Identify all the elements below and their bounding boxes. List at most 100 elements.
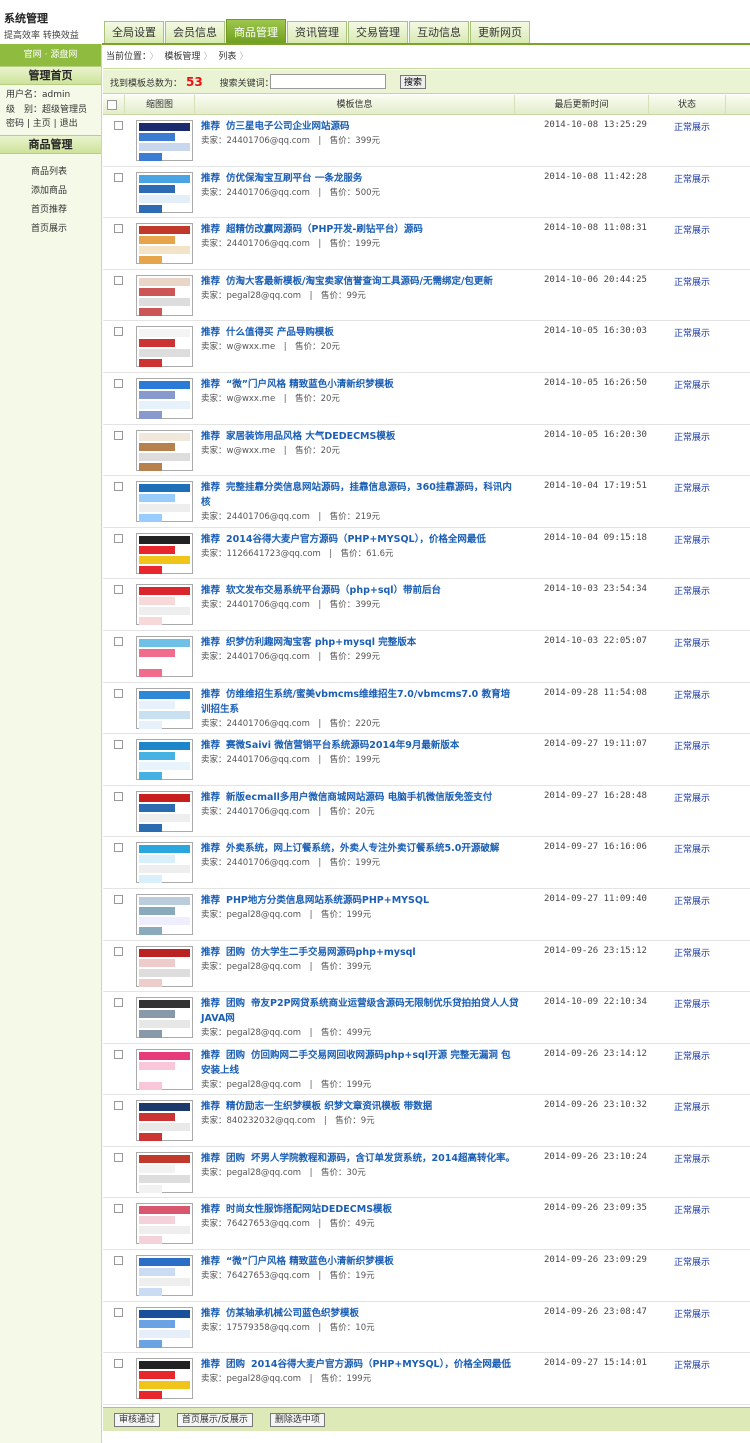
row-status[interactable]: 正常展示	[674, 894, 710, 907]
row-title[interactable]: 软文发布交易系统平台源码（php+sql）带前后台	[226, 585, 441, 596]
row-thumbnail[interactable]	[136, 635, 193, 677]
row-thumbnail[interactable]	[136, 842, 193, 884]
sidebar-item-home-display[interactable]: 首页展示	[0, 220, 101, 239]
row-status[interactable]: 正常展示	[674, 636, 710, 649]
row-checkbox[interactable]	[114, 843, 123, 853]
row-title[interactable]: 仿大学生二手交易网源码php+mysql	[251, 947, 416, 958]
row-status[interactable]: 正常展示	[674, 739, 710, 752]
tab-product-management[interactable]: 商品管理	[226, 19, 286, 44]
official-site-link[interactable]: 官网	[24, 50, 42, 60]
row-title[interactable]: 赛微Saivi 微信营销平台系统源码2014年9月最新版本	[226, 740, 459, 751]
row-title[interactable]: 仿回购网二手交易网回收网源码php+sql开源 完整无漏洞 包安装上线	[201, 1050, 511, 1076]
row-title-line[interactable]: 推荐 织梦仿利趣网淘宝客 php+mysql 完整版本	[201, 635, 519, 650]
row-checkbox[interactable]	[114, 1101, 123, 1111]
row-title[interactable]: 仿维维招生系统/蜜美vbmcms维维招生7.0/vbmcms7.0 教育培训招生…	[201, 689, 510, 715]
row-title[interactable]: 家居装饰用品风格 大气DEDECMS模板	[226, 431, 395, 442]
row-status[interactable]: 正常展示	[674, 791, 710, 804]
row-checkbox[interactable]	[114, 946, 123, 956]
delete-selected-button[interactable]: 删除选中项	[269, 1413, 325, 1427]
row-checkbox[interactable]	[114, 1307, 123, 1317]
row-title[interactable]: 仿优保淘宝互刷平台 一条龙服务	[226, 173, 362, 184]
row-checkbox[interactable]	[114, 533, 123, 543]
row-title[interactable]: 2014谷得大麦户官方源码（PHP+MYSQL），价格全网最低	[251, 1359, 511, 1370]
home-link[interactable]: 主页	[33, 119, 51, 129]
row-checkbox[interactable]	[114, 585, 123, 595]
sidebar-item-home-recommend[interactable]: 首页推荐	[0, 201, 101, 220]
row-checkbox[interactable]	[114, 482, 123, 492]
row-title-line[interactable]: 推荐 赛微Saivi 微信营销平台系统源码2014年9月最新版本	[201, 738, 519, 753]
row-title-line[interactable]: 推荐 PHP地方分类信息网站系统源码PHP+MYSQL	[201, 893, 519, 908]
row-status[interactable]: 正常展示	[674, 481, 710, 494]
tab-trade-management[interactable]: 交易管理	[348, 21, 408, 44]
row-checkbox[interactable]	[114, 998, 123, 1008]
row-thumbnail[interactable]	[136, 274, 193, 316]
row-status[interactable]: 正常展示	[674, 946, 710, 959]
row-title-line[interactable]: 推荐 时尚女性服饰搭配网站DEDECMS模板	[201, 1202, 519, 1217]
row-thumbnail[interactable]	[136, 1048, 193, 1090]
row-title-line[interactable]: 推荐 团购 仿大学生二手交易网源码php+mysql	[201, 945, 519, 960]
row-thumbnail[interactable]	[136, 171, 193, 213]
row-thumbnail[interactable]	[136, 377, 193, 419]
row-checkbox[interactable]	[114, 894, 123, 904]
row-thumbnail[interactable]	[136, 790, 193, 832]
row-status[interactable]: 正常展示	[674, 378, 710, 391]
row-thumbnail[interactable]	[136, 532, 193, 574]
row-checkbox[interactable]	[114, 224, 123, 234]
row-title[interactable]: 超精仿改赢网源码（PHP开发-刷钻平台）源码	[226, 224, 423, 235]
row-thumbnail[interactable]	[136, 687, 193, 729]
sidebar-item-add-product[interactable]: 添加商品	[0, 182, 101, 201]
password-link[interactable]: 密码	[6, 119, 24, 129]
row-title-line[interactable]: 推荐 完整挂靠分类信息网站源码，挂靠信息源码，360挂靠源码，科讯内核	[201, 480, 519, 510]
row-title-line[interactable]: 推荐 仿维维招生系统/蜜美vbmcms维维招生7.0/vbmcms7.0 教育培训…	[201, 687, 519, 717]
row-checkbox[interactable]	[114, 1049, 123, 1059]
row-thumbnail[interactable]	[136, 1203, 193, 1245]
row-status[interactable]: 正常展示	[674, 1255, 710, 1268]
row-thumbnail[interactable]	[136, 223, 193, 265]
row-title-line[interactable]: 推荐 仿淘大客最新模板/淘宝卖家信誉查询工具源码/无需绑定/包更新	[201, 274, 519, 289]
row-title[interactable]: “微”门户风格 精致蓝色小清新织梦模板	[226, 379, 394, 390]
row-checkbox[interactable]	[114, 378, 123, 388]
row-title[interactable]: 什么值得买 产品导购模板	[226, 327, 334, 338]
row-checkbox[interactable]	[114, 1256, 123, 1266]
row-checkbox[interactable]	[114, 1152, 123, 1162]
row-status[interactable]: 正常展示	[674, 120, 710, 133]
row-title-line[interactable]: 推荐 团购 2014谷得大麦户官方源码（PHP+MYSQL），价格全网最低	[201, 1357, 519, 1372]
row-title-line[interactable]: 推荐 “微”门户风格 精致蓝色小清新织梦模板	[201, 1254, 519, 1269]
row-title[interactable]: 完整挂靠分类信息网站源码，挂靠信息源码，360挂靠源码，科讯内核	[201, 482, 512, 508]
row-thumbnail[interactable]	[136, 326, 193, 368]
row-title[interactable]: 仿某轴承机械公司蓝色织梦模板	[226, 1308, 359, 1319]
row-title-line[interactable]: 推荐 仿三星电子公司企业网站源码	[201, 119, 519, 134]
approve-button[interactable]: 审核通过	[114, 1413, 161, 1427]
row-thumbnail[interactable]	[136, 1306, 193, 1348]
row-title[interactable]: 帝友P2P网贷系统商业运营级含源码无限制优乐贷拍拍贷人人贷JAVA网	[201, 998, 519, 1024]
row-title[interactable]: 新版ecmall多用户微信商城网站源码 电脑手机微信版免签支付	[226, 792, 492, 803]
row-status[interactable]: 正常展示	[674, 1049, 710, 1062]
search-button[interactable]: 搜索	[400, 75, 427, 89]
row-title-line[interactable]: 推荐 新版ecmall多用户微信商城网站源码 电脑手机微信版免签支付	[201, 790, 519, 805]
row-checkbox[interactable]	[114, 791, 123, 801]
row-thumbnail[interactable]	[136, 893, 193, 935]
row-status[interactable]: 正常展示	[674, 326, 710, 339]
row-status[interactable]: 正常展示	[674, 430, 710, 443]
row-status[interactable]: 正常展示	[674, 172, 710, 185]
row-status[interactable]: 正常展示	[674, 1203, 710, 1216]
row-status[interactable]: 正常展示	[674, 688, 710, 701]
select-all-checkbox[interactable]	[107, 100, 117, 110]
row-title-line[interactable]: 推荐 仿某轴承机械公司蓝色织梦模板	[201, 1306, 519, 1321]
tab-news-management[interactable]: 资讯管理	[287, 21, 347, 44]
row-checkbox[interactable]	[114, 275, 123, 285]
row-checkbox[interactable]	[114, 172, 123, 182]
tab-member-info[interactable]: 会员信息	[165, 21, 225, 44]
row-title[interactable]: 时尚女性服饰搭配网站DEDECMS模板	[226, 1204, 392, 1215]
row-title[interactable]: “微”门户风格 精致蓝色小清新织梦模板	[226, 1256, 394, 1267]
tab-interaction[interactable]: 互动信息	[409, 21, 469, 44]
row-status[interactable]: 正常展示	[674, 275, 710, 288]
row-thumbnail[interactable]	[136, 739, 193, 781]
row-thumbnail[interactable]	[136, 429, 193, 471]
row-thumbnail[interactable]	[136, 584, 193, 626]
row-thumbnail[interactable]	[136, 1151, 193, 1193]
row-thumbnail[interactable]	[136, 1358, 193, 1400]
tab-update-pages[interactable]: 更新网页	[470, 21, 530, 44]
row-title-line[interactable]: 推荐 超精仿改赢网源码（PHP开发-刷钻平台）源码	[201, 222, 519, 237]
row-thumbnail[interactable]	[136, 1100, 193, 1142]
